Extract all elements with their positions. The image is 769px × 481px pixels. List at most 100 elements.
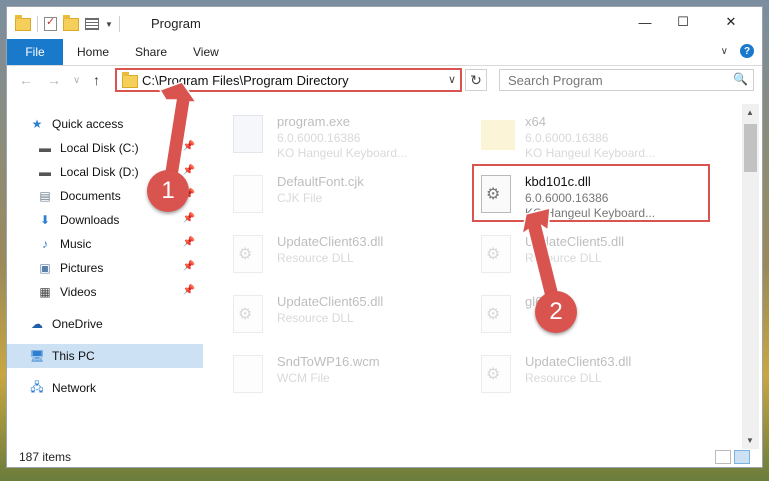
list-item[interactable]: program.exe 6.0.6000.16386 KO Hangeul Ke… (211, 110, 451, 162)
file-version: 6.0.6000.16386 (525, 131, 609, 145)
file-description: KO Hangeul Keyboard... (277, 146, 408, 160)
file-highlight-box (472, 164, 710, 222)
pictures-icon: ▣ (39, 261, 51, 275)
file-description: KO Hangeul Keyboard... (525, 146, 656, 160)
maximize-button[interactable]: ☐ (660, 7, 706, 37)
tab-file[interactable]: File (7, 39, 63, 65)
sidebar-item-label: Local Disk (D:) (60, 165, 139, 179)
refresh-button[interactable]: ↻ (465, 69, 487, 91)
toolbar-separator (37, 16, 38, 32)
address-bar[interactable]: C:\Program Files\Program Directory ∨ (115, 68, 462, 92)
pin-icon[interactable]: 📌 (183, 261, 195, 272)
network-icon: 🖧 (30, 379, 44, 394)
file-version: 6.0.6000.16386 (277, 131, 361, 145)
properties-icon[interactable] (44, 15, 57, 31)
item-count: 187 items (19, 450, 72, 464)
customize-toolbar-icon[interactable]: ▼ (105, 20, 113, 29)
pin-icon[interactable]: 📌 (183, 141, 195, 152)
sidebar-item-videos[interactable]: ▦ Videos 📌 (7, 280, 203, 304)
tab-share[interactable]: Share (135, 39, 167, 65)
vertical-scrollbar[interactable]: ▲ ▼ (742, 104, 759, 449)
close-button[interactable]: ✕ (708, 7, 754, 37)
pin-icon[interactable]: 📌 (183, 237, 195, 248)
sidebar-item-label: Videos (60, 285, 97, 299)
back-button[interactable]: ← (19, 72, 33, 88)
list-item[interactable]: gl64 (459, 290, 699, 342)
view-options-icon[interactable] (85, 18, 99, 30)
application-icon (233, 115, 263, 153)
list-item[interactable]: UpdateClient63.dll Resource DLL (459, 350, 699, 402)
folder-icon (122, 72, 138, 88)
tab-home[interactable]: Home (77, 39, 109, 65)
quick-access-toolbar: ▼ (15, 14, 120, 32)
file-type: WCM File (277, 371, 330, 385)
folder-icon (481, 120, 515, 150)
file-type: Resource DLL (277, 311, 354, 325)
ribbon-right-controls: ∨ ? (721, 44, 754, 58)
sidebar-item-label: Local Disk (C:) (60, 141, 139, 155)
pin-icon[interactable]: 📌 (183, 213, 195, 224)
details-view-icon[interactable] (715, 450, 731, 464)
up-button[interactable]: ↑ (93, 72, 100, 88)
file-name: UpdateClient63.dll (277, 234, 384, 249)
file-name: SndToWP16.wcm (277, 354, 380, 369)
recent-locations-button[interactable]: ∨ (73, 75, 80, 86)
drive-icon: ▬ (39, 141, 51, 155)
scrollbar-thumb[interactable] (744, 124, 757, 172)
forward-button[interactable]: → (47, 72, 61, 88)
file-list: program.exe 6.0.6000.16386 KO Hangeul Ke… (211, 104, 741, 449)
sidebar-item-label: Network (52, 381, 97, 395)
list-item[interactable]: SndToWP16.wcm WCM File (211, 350, 451, 402)
dll-file-icon (233, 235, 263, 273)
navigation-bar: ← → ∨ ↑ C:\Program Files\Program Directo… (7, 66, 762, 96)
sidebar-item-network[interactable]: 🖧 Network (7, 376, 203, 400)
chevron-down-icon[interactable]: ∨ (448, 73, 456, 86)
tab-view[interactable]: View (193, 39, 219, 65)
sidebar-item-music[interactable]: ♪ Music 📌 (7, 232, 203, 256)
sidebar-item-quick-access[interactable]: ★ Quick access (7, 112, 203, 136)
pin-icon[interactable]: 📌 (183, 165, 195, 176)
dll-file-icon (481, 295, 511, 333)
scroll-up-icon[interactable]: ▲ (746, 108, 754, 117)
file-icon (233, 175, 263, 213)
list-item[interactable]: x64 6.0.6000.16386 KO Hangeul Keyboard..… (459, 110, 699, 162)
pin-icon[interactable]: 📌 (183, 285, 195, 296)
documents-icon: ▤ (39, 189, 51, 203)
file-type: Resource DLL (525, 371, 602, 385)
title-bar: ▼ Program — ☐ ✕ (7, 7, 762, 39)
sidebar-item-label: Downloads (60, 213, 120, 227)
expand-ribbon-icon[interactable]: ∨ (721, 46, 728, 57)
scroll-down-icon[interactable]: ▼ (746, 436, 754, 445)
sidebar-item-downloads[interactable]: ⬇ Downloads 📌 (7, 208, 203, 232)
drive-icon: ▬ (39, 165, 51, 179)
list-item[interactable]: UpdateClient63.dll Resource DLL (211, 230, 451, 282)
file-name: x64 (525, 114, 546, 129)
explorer-window: ▼ Program — ☐ ✕ File Home Share View ∨ ?… (6, 6, 763, 468)
search-input[interactable]: Search Program 🔍 (499, 69, 754, 91)
list-item[interactable]: DefaultFont.cjk CJK File (211, 170, 451, 222)
sidebar-item-local-disk-c[interactable]: ▬ Local Disk (C:) 📌 (7, 136, 203, 160)
dll-file-icon (233, 295, 263, 333)
sidebar-item-label: Pictures (60, 261, 104, 275)
computer-icon: 🖥 (29, 349, 45, 363)
sidebar-item-this-pc[interactable]: 🖥 This PC (7, 344, 203, 368)
sidebar-item-onedrive[interactable]: ☁ OneDrive (7, 312, 203, 336)
music-icon: ♪ (42, 237, 48, 251)
sidebar-item-pictures[interactable]: ▣ Pictures 📌 (7, 256, 203, 280)
file-name: DefaultFont.cjk (277, 174, 364, 189)
tiles-view-icon[interactable] (734, 450, 750, 464)
list-item[interactable]: UpdateClient5.dll Resource DLL (459, 230, 699, 282)
address-path[interactable]: C:\Program Files\Program Directory (142, 73, 349, 88)
list-item[interactable]: UpdateClient65.dll Resource DLL (211, 290, 451, 342)
star-icon: ★ (31, 117, 43, 131)
folder-icon (15, 14, 31, 31)
status-bar: 187 items (7, 447, 762, 467)
window-title: Program (151, 16, 201, 31)
sidebar-item-label: Documents (60, 189, 121, 203)
file-type: CJK File (277, 191, 323, 205)
file-name: UpdateClient65.dll (277, 294, 384, 309)
new-folder-icon[interactable] (63, 14, 79, 31)
step-callout-1: 1 (147, 170, 189, 212)
help-icon[interactable]: ? (740, 44, 754, 58)
search-icon[interactable]: 🔍 (733, 72, 748, 86)
